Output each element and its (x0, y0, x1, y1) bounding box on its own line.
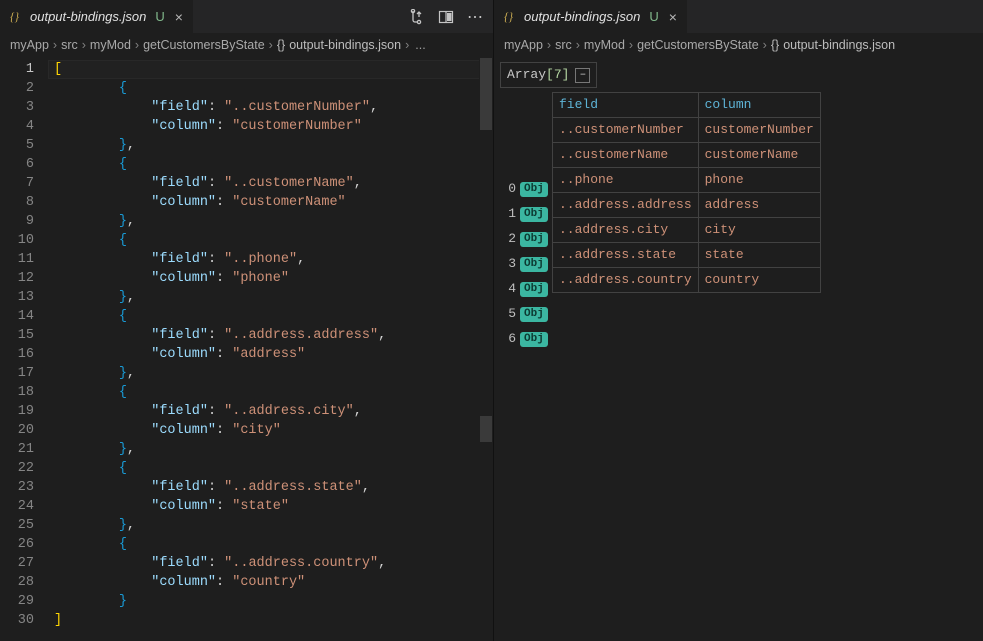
breadcrumb-seg[interactable]: getCustomersByState (143, 38, 265, 52)
table-row[interactable]: ..address.citycity (553, 218, 821, 243)
preview-cell: ..address.country (553, 268, 699, 293)
preview-cell: ..address.address (553, 193, 699, 218)
json-preview[interactable]: Array[7] – 0Obj1Obj2Obj3Obj4Obj5Obj6Obj … (494, 56, 983, 641)
row-index: 1 (506, 203, 516, 225)
preview-cell: country (698, 268, 820, 293)
breadcrumb-seg[interactable]: myMod (90, 38, 131, 52)
tab-filename: output-bindings.json (524, 9, 640, 24)
array-type-label: Array (507, 64, 546, 86)
breadcrumb-left[interactable]: myApp› src› myMod› getCustomersByState› … (0, 34, 493, 56)
preview-cell: ..address.state (553, 243, 699, 268)
json-icon: {} (277, 38, 289, 52)
preview-cell: customerNumber (698, 118, 820, 143)
table-row[interactable]: ..address.countrycountry (553, 268, 821, 293)
preview-header-cell: field (553, 93, 699, 118)
breadcrumb-seg[interactable]: src (555, 38, 572, 52)
json-icon: {} (771, 38, 783, 52)
row-index: 6 (506, 328, 516, 350)
obj-badge: Obj (520, 232, 548, 247)
tab-modified-marker: U (152, 9, 164, 24)
tab-modified-marker: U (646, 9, 658, 24)
breadcrumb-seg[interactable]: myMod (584, 38, 625, 52)
breadcrumb-file[interactable]: output-bindings.json (289, 38, 401, 52)
obj-badge: Obj (520, 307, 548, 322)
tab-bar-right: {} output-bindings.json U × (494, 0, 983, 34)
obj-badge: Obj (520, 257, 548, 272)
row-index: 2 (506, 228, 516, 250)
line-number-gutter: 1234567891011121314151617181920212223242… (0, 56, 48, 641)
table-row[interactable]: ..address.addressaddress (553, 193, 821, 218)
breadcrumb-seg[interactable]: myApp (504, 38, 543, 52)
breadcrumb-right[interactable]: myApp› src› myMod› getCustomersByState› … (494, 34, 983, 56)
row-index: 0 (506, 178, 516, 200)
preview-cell: city (698, 218, 820, 243)
editor-pane-left: {} output-bindings.json U × ⋯ (0, 0, 494, 641)
row-index: 3 (506, 253, 516, 275)
preview-header-cell: column (698, 93, 820, 118)
table-row[interactable]: ..phonephone (553, 168, 821, 193)
minimap[interactable] (479, 56, 493, 641)
row-index-badge[interactable]: 4 Obj (506, 278, 548, 300)
json-icon: {} (504, 10, 518, 24)
breadcrumb-file[interactable]: output-bindings.json (783, 38, 895, 52)
breadcrumb-seg[interactable]: src (61, 38, 78, 52)
code-content[interactable]: [ { "field": "..customerNumber", "column… (48, 56, 493, 641)
obj-badge: Obj (520, 282, 548, 297)
array-length: [7] (546, 64, 569, 86)
row-index-badge[interactable]: 1 Obj (506, 203, 548, 225)
breadcrumb-seg[interactable]: myApp (10, 38, 49, 52)
tab-bar-left: {} output-bindings.json U × ⋯ (0, 0, 493, 34)
preview-cell: ..customerNumber (553, 118, 699, 143)
preview-cell: ..address.city (553, 218, 699, 243)
obj-badge: Obj (520, 332, 548, 347)
close-icon[interactable]: × (665, 9, 677, 25)
table-row[interactable]: ..customerNumbercustomerNumber (553, 118, 821, 143)
tab-output-bindings[interactable]: {} output-bindings.json U × (0, 0, 194, 33)
preview-cell: phone (698, 168, 820, 193)
preview-cell: ..customerName (553, 143, 699, 168)
preview-cell: state (698, 243, 820, 268)
split-editor-icon[interactable] (433, 4, 459, 30)
table-row[interactable]: ..address.statestate (553, 243, 821, 268)
row-index-badge[interactable]: 3 Obj (506, 253, 548, 275)
code-editor[interactable]: 1234567891011121314151617181920212223242… (0, 56, 493, 641)
preview-cell: address (698, 193, 820, 218)
preview-cell: ..phone (553, 168, 699, 193)
preview-table: fieldcolumn ..customerNumbercustomerNumb… (552, 92, 821, 293)
row-index-badge[interactable]: 5 Obj (506, 303, 548, 325)
obj-badge: Obj (520, 207, 548, 222)
more-actions-icon[interactable]: ⋯ (463, 4, 489, 30)
svg-text:{}: {} (504, 11, 514, 23)
breadcrumb-seg[interactable]: getCustomersByState (637, 38, 759, 52)
row-index-badge[interactable]: 2 Obj (506, 228, 548, 250)
svg-text:{}: {} (10, 11, 20, 23)
table-row[interactable]: ..customerNamecustomerName (553, 143, 821, 168)
tab-output-bindings[interactable]: {} output-bindings.json U × (494, 0, 688, 33)
preview-cell: customerName (698, 143, 820, 168)
row-index: 5 (506, 303, 516, 325)
collapse-button[interactable]: – (575, 68, 590, 83)
obj-badge: Obj (520, 182, 548, 197)
json-icon: {} (10, 10, 24, 24)
editor-pane-right: {} output-bindings.json U × myApp› src› … (494, 0, 983, 641)
compare-changes-icon[interactable] (403, 4, 429, 30)
row-index: 4 (506, 278, 516, 300)
breadcrumb-overflow[interactable]: ... (413, 38, 425, 52)
array-header[interactable]: Array[7] – (500, 62, 597, 88)
row-index-badge[interactable]: 6 Obj (506, 328, 548, 350)
tab-filename: output-bindings.json (30, 9, 146, 24)
row-index-badge[interactable]: 0 Obj (506, 178, 548, 200)
workspace: {} output-bindings.json U × ⋯ (0, 0, 983, 641)
close-icon[interactable]: × (171, 9, 183, 25)
